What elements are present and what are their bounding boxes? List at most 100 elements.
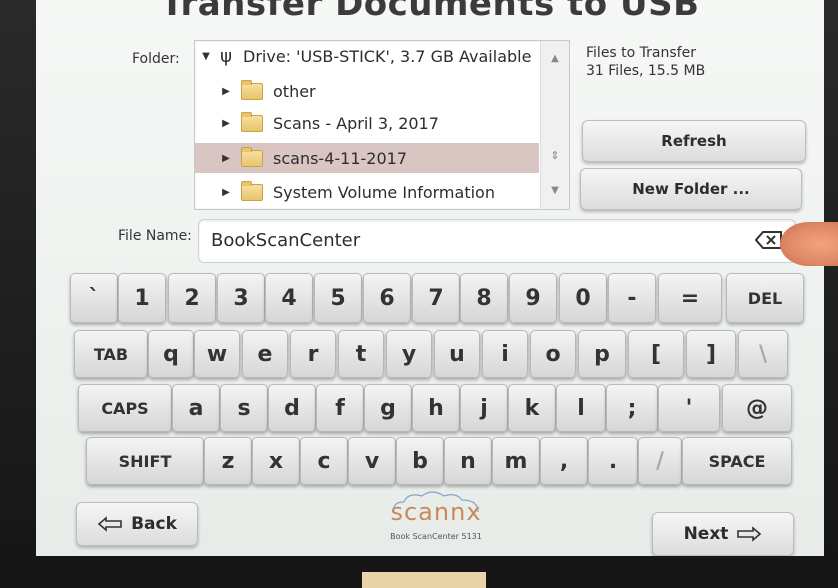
device-tab xyxy=(362,572,486,588)
key-caps[interactable]: CAPS xyxy=(78,384,172,432)
key-1[interactable]: 1 xyxy=(118,273,166,323)
finger xyxy=(780,222,838,266)
key-7[interactable]: 7 xyxy=(412,273,460,323)
refresh-button[interactable]: Refresh xyxy=(582,120,806,162)
brand-subtitle: Book ScanCenter 5131 xyxy=(390,532,482,541)
usb-icon: ψ xyxy=(220,45,232,67)
tree-item-drive[interactable]: ▼ ψ Drive: 'USB-STICK', 3.7 GB Available xyxy=(195,41,539,71)
key-i[interactable]: i xyxy=(482,330,528,378)
key-right-bracket[interactable]: ] xyxy=(686,330,736,378)
key-h[interactable]: h xyxy=(412,384,460,432)
key-semicolon[interactable]: ; xyxy=(606,384,658,432)
key-equals[interactable]: = xyxy=(658,273,722,323)
key-y[interactable]: y xyxy=(386,330,432,378)
key-space[interactable]: SPACE xyxy=(682,437,792,485)
next-label: Next xyxy=(683,524,729,544)
expand-right-icon[interactable]: ▶ xyxy=(221,187,231,198)
key-q[interactable]: q xyxy=(148,330,194,378)
key-w[interactable]: w xyxy=(194,330,240,378)
key-e[interactable]: e xyxy=(242,330,288,378)
brand-logo: scannx xyxy=(390,498,482,526)
key-apostrophe[interactable]: ' xyxy=(658,384,720,432)
key-c[interactable]: c xyxy=(300,437,348,485)
back-arrow-icon xyxy=(97,516,122,532)
key-u[interactable]: u xyxy=(434,330,480,378)
key-tab[interactable]: TAB xyxy=(74,330,148,378)
expand-right-icon[interactable]: ▶ xyxy=(221,118,231,129)
backspace-icon[interactable] xyxy=(755,230,783,250)
folder-label-text: Scans - April 3, 2017 xyxy=(273,113,439,133)
key-del[interactable]: DEL xyxy=(726,273,804,323)
key-left-bracket[interactable]: [ xyxy=(628,330,684,378)
key-9[interactable]: 9 xyxy=(509,273,557,323)
folder-icon xyxy=(241,111,263,132)
next-arrow-icon xyxy=(737,526,762,542)
expand-down-icon[interactable]: ▼ xyxy=(201,51,211,62)
tree-item-other[interactable]: ▶ other xyxy=(195,76,565,106)
key-s[interactable]: s xyxy=(220,384,268,432)
key-p[interactable]: p xyxy=(578,330,626,378)
key-0[interactable]: 0 xyxy=(559,273,607,323)
tree-item-scans-april[interactable]: ▶ Scans - April 3, 2017 xyxy=(195,108,565,138)
key-minus[interactable]: - xyxy=(608,273,656,323)
key-b[interactable]: b xyxy=(396,437,444,485)
file-name-value: BookScanCenter xyxy=(211,230,361,251)
file-name-input[interactable]: BookScanCenter xyxy=(198,219,796,263)
drive-label: Drive: 'USB-STICK', 3.7 GB Available xyxy=(243,46,532,66)
file-name-label: File Name: xyxy=(118,228,192,244)
back-button[interactable]: Back xyxy=(76,502,198,546)
key-l[interactable]: l xyxy=(556,384,606,432)
key-at[interactable]: @ xyxy=(722,384,792,432)
folder-tree[interactable]: ▼ ψ Drive: 'USB-STICK', 3.7 GB Available… xyxy=(194,40,570,210)
key-6[interactable]: 6 xyxy=(363,273,411,323)
key-5[interactable]: 5 xyxy=(314,273,362,323)
expand-right-icon[interactable]: ▶ xyxy=(221,153,231,164)
folder-label-text: System Volume Information xyxy=(273,182,495,202)
folder-icon xyxy=(241,146,263,167)
key-period[interactable]: . xyxy=(588,437,638,485)
back-label: Back xyxy=(131,514,177,534)
scroll-thumb-icon[interactable]: ⇕ xyxy=(541,149,569,162)
key-o[interactable]: o xyxy=(530,330,576,378)
key-backslash[interactable]: \ xyxy=(738,330,788,378)
folder-label-text: other xyxy=(273,81,316,101)
scroll-up-icon[interactable]: ▲ xyxy=(541,53,569,64)
key-8[interactable]: 8 xyxy=(460,273,508,323)
key-4[interactable]: 4 xyxy=(265,273,313,323)
folder-label-text: scans-4-11-2017 xyxy=(273,148,407,168)
folder-icon xyxy=(241,79,263,100)
key-g[interactable]: g xyxy=(364,384,412,432)
expand-right-icon[interactable]: ▶ xyxy=(221,86,231,97)
next-button[interactable]: Next xyxy=(652,512,794,556)
scroll-down-icon[interactable]: ▼ xyxy=(541,185,569,196)
key-t[interactable]: t xyxy=(338,330,384,378)
key-shift[interactable]: SHIFT xyxy=(86,437,204,485)
tree-item-system-volume[interactable]: ▶ System Volume Information xyxy=(195,177,565,207)
key-z[interactable]: z xyxy=(204,437,252,485)
key-slash[interactable]: / xyxy=(638,437,682,485)
folder-icon xyxy=(241,180,263,201)
key-3[interactable]: 3 xyxy=(217,273,265,323)
key-n[interactable]: n xyxy=(444,437,492,485)
key-x[interactable]: x xyxy=(252,437,300,485)
screen: Transfer Documents to USB Folder: ▼ ψ Dr… xyxy=(36,0,824,556)
files-summary: 31 Files, 15.5 MB xyxy=(586,63,706,79)
key-v[interactable]: v xyxy=(348,437,396,485)
key-backtick[interactable]: ` xyxy=(70,273,118,323)
key-k[interactable]: k xyxy=(508,384,556,432)
key-2[interactable]: 2 xyxy=(168,273,216,323)
key-j[interactable]: j xyxy=(460,384,508,432)
files-heading: Files to Transfer xyxy=(586,45,696,61)
tree-scrollbar[interactable]: ▲ ⇕ ▼ xyxy=(540,41,569,209)
key-m[interactable]: m xyxy=(492,437,540,485)
tree-item-scans-4-11[interactable]: ▶ scans-4-11-2017 xyxy=(195,143,539,173)
key-d[interactable]: d xyxy=(268,384,316,432)
key-a[interactable]: a xyxy=(172,384,220,432)
files-to-transfer: Files to Transfer 31 Files, 15.5 MB xyxy=(586,44,705,80)
key-f[interactable]: f xyxy=(316,384,364,432)
key-comma[interactable]: , xyxy=(540,437,588,485)
key-r[interactable]: r xyxy=(290,330,336,378)
page-title: Transfer Documents to USB xyxy=(160,0,700,24)
new-folder-button[interactable]: New Folder ... xyxy=(580,168,802,210)
folder-label: Folder: xyxy=(132,51,180,67)
